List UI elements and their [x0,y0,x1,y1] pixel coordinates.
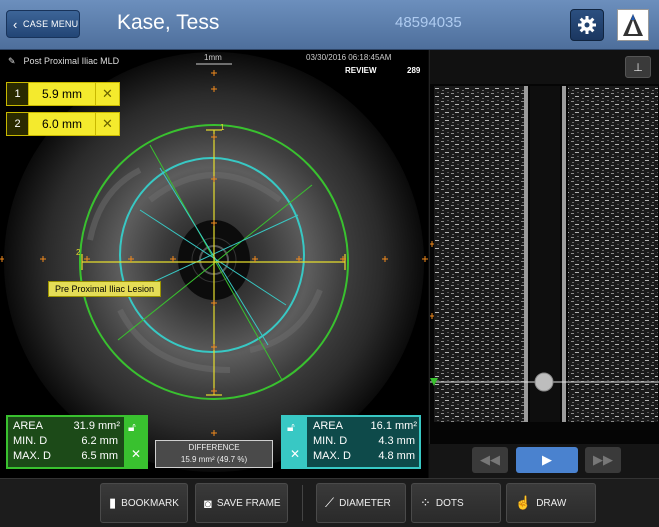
case-menu-button[interactable]: ‹ CASE MENU [6,10,80,38]
lesion-label[interactable]: Pre Proximal Iliac Lesion [48,281,162,297]
measurement-value: 5.9 mm [29,83,95,105]
measurement-1[interactable]: 1 5.9 mm ✕ [6,82,120,106]
draw-button[interactable]: ☝ DRAW [506,483,596,523]
timestamp: 03/30/2016 06:18:45AM [306,53,392,62]
measurement-2[interactable]: 2 6.0 mm ✕ [6,112,120,136]
area-label: AREA [313,420,343,432]
max-d-label: MAX. D [313,450,351,462]
header-bar: ‹ CASE MENU Kase, Tess 48594035 [0,0,659,50]
min-d-label: MIN. D [313,435,348,447]
max-d-value: 6.5 mm [81,450,118,462]
diameter-button[interactable]: ⟋ DIAMETER [316,483,406,523]
pin-icon: ⊥ [633,61,643,74]
difference-label: DIFFERENCE [188,443,240,452]
measurement-index: 1 [7,83,29,105]
max-d-value: 4.8 mm [378,450,415,462]
outer-contour-stats[interactable]: AREA 31.9 mm² MIN. D 6.2 mm MAX. D 6.5 m… [6,415,148,469]
area-value: 16.1 mm² [370,420,417,432]
svg-text:1: 1 [220,123,225,132]
rewind-button[interactable]: ◀◀ [472,447,508,473]
mode-label: REVIEW [345,66,377,75]
contour-controls: 🔓︎ ✕ [283,417,307,467]
chevron-left-icon: ‹ [13,17,18,32]
measurement-value: 6.0 mm [29,113,95,135]
patient-id: 48594035 [395,14,462,31]
bookmark-button[interactable]: ▮ BOOKMARK [100,483,188,523]
frame-label[interactable]: ✎ Post Proximal Iliac MLD [8,56,119,67]
gear-icon [578,16,596,34]
diameter-label: DIAMETER [339,497,391,509]
bookmark-label: BOOKMARK [121,497,179,509]
diameter-icon: ⟋ [325,495,335,510]
inner-contour-stats[interactable]: 🔓︎ ✕ AREA 16.1 mm² MIN. D 4.3 mm MAX. D … [281,415,421,469]
dots-icon: ⁘ [420,495,431,510]
long-view-image [430,84,659,444]
ivus-cross-section[interactable]: 1 2 ✎ Post Proximal Iliac MLD 1mm 03/30/… [0,50,428,478]
area-value: 31.9 mm² [73,420,120,432]
bottom-toolbar: ▮ BOOKMARK ◙ SAVE FRAME ⟋ DIAMETER ⁘ DOT… [0,478,659,527]
pencil-icon: ✎ [8,56,16,66]
draw-hand-icon: ☝ [515,495,532,510]
contour-controls: 🔓︎ ✕ [124,417,148,467]
measurement-index: 2 [7,113,29,135]
rewind-icon: ◀◀ [480,452,500,467]
scale-label: 1mm [204,53,222,62]
save-frame-label: SAVE FRAME [216,497,281,509]
fast-forward-icon: ▶▶ [593,452,613,467]
area-label: AREA [13,420,43,432]
frame-number: 289 [407,66,421,75]
longitudinal-view[interactable]: ⊥ [429,50,659,444]
draw-label: DRAW [536,497,567,509]
min-d-label: MIN. D [13,435,48,447]
delete-measurement-icon[interactable]: ✕ [95,83,119,105]
camera-icon: ◙ [204,495,212,511]
dots-button[interactable]: ⁘ DOTS [411,483,501,523]
brand-logo[interactable] [617,9,649,41]
long-view-toolbar: ⊥ [430,50,659,84]
play-icon: ▶ [542,452,552,467]
dots-label: DOTS [435,497,464,509]
unlock-icon[interactable]: 🔓︎ [287,420,295,435]
delete-contour-icon[interactable]: ✕ [131,447,141,461]
playback-controls: ◀◀ ▶ ▶▶ [429,444,659,478]
delete-contour-icon[interactable]: ✕ [290,447,300,461]
settings-button[interactable] [570,9,604,41]
min-d-value: 6.2 mm [81,435,118,447]
case-menu-label: CASE MENU [23,19,79,29]
save-frame-button[interactable]: ◙ SAVE FRAME [195,483,288,523]
frame-label-text: Post Proximal Iliac MLD [23,56,120,66]
difference-value: 15.9 mm² (49.7 %) [180,455,248,464]
min-d-value: 4.3 mm [378,435,415,447]
unlock-icon[interactable]: 🔓︎ [128,420,136,435]
max-d-label: MAX. D [13,450,51,462]
bookmark-icon: ▮ [109,495,117,510]
long-view-options-button[interactable]: ⊥ [625,56,651,78]
fast-forward-button[interactable]: ▶▶ [585,447,621,473]
toolbar-divider [302,485,303,521]
svg-text:2: 2 [76,248,81,257]
logo-icon [623,14,643,36]
play-button[interactable]: ▶ [516,447,578,473]
difference-box: DIFFERENCE 15.9 mm² (49.7 %) [155,440,273,468]
delete-measurement-icon[interactable]: ✕ [95,113,119,135]
patient-name: Kase, Tess [117,11,220,34]
